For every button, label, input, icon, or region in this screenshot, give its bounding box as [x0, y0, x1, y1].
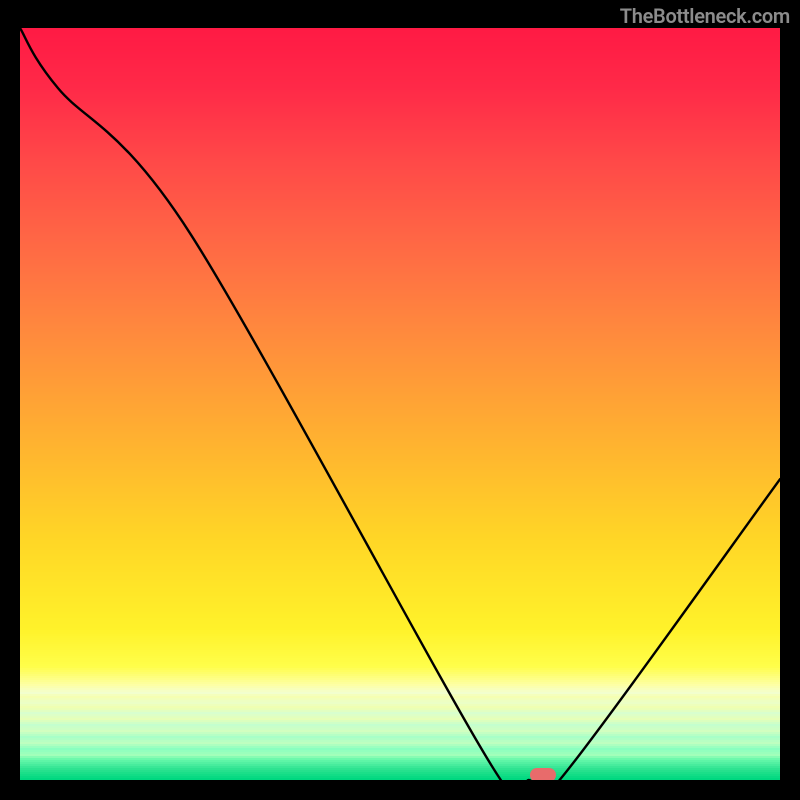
bottleneck-curve [20, 28, 780, 780]
optimal-marker [530, 768, 556, 780]
brand-watermark: TheBottleneck.com [620, 4, 790, 28]
plot-area [20, 28, 780, 780]
chart-frame: TheBottleneck.com [0, 0, 800, 800]
